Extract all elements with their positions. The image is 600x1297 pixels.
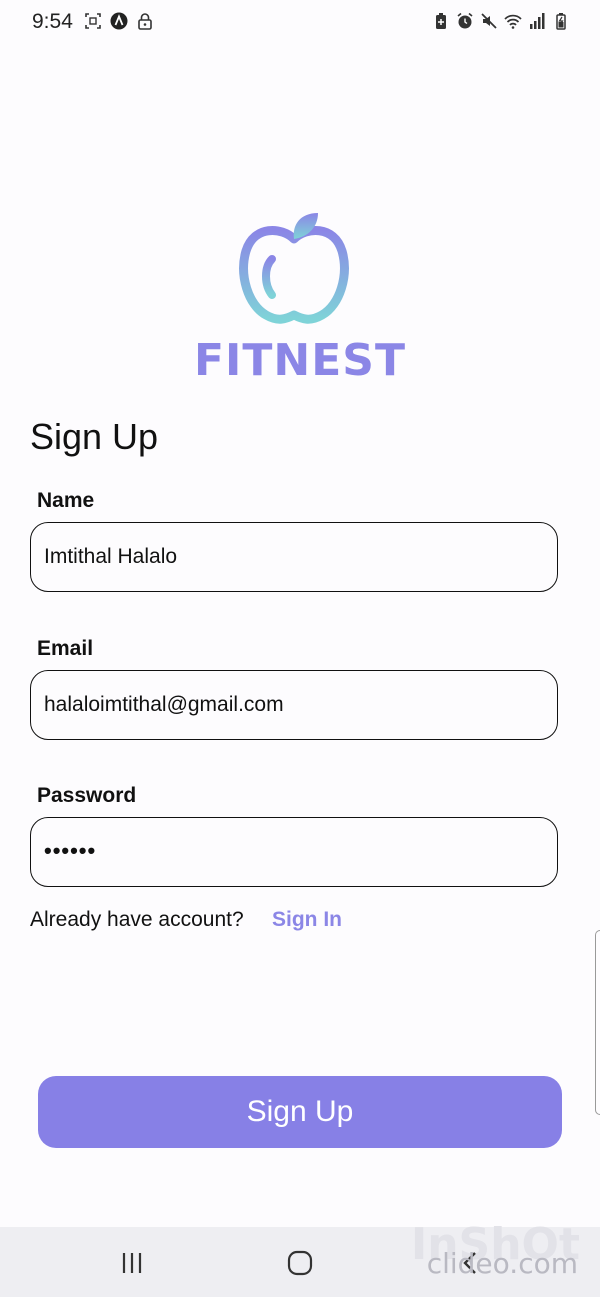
email-label: Email [37, 637, 94, 660]
status-bar: 9:54 [0, 0, 600, 44]
password-label: Password [37, 784, 137, 807]
page-title: Sign Up [30, 416, 159, 457]
alarm-icon [456, 12, 474, 30]
battery-icon [552, 12, 570, 30]
status-right-icons [432, 12, 570, 30]
lock-icon [136, 12, 154, 30]
already-have-account-text: Already have account? [30, 908, 244, 931]
sign-up-button[interactable]: Sign Up [38, 1076, 562, 1148]
edge-panel-handle[interactable] [595, 930, 600, 1115]
signal-icon [528, 12, 546, 30]
screenshot-icon [84, 12, 102, 30]
navigation-bar: InShOt clideo.com [0, 1219, 600, 1297]
name-label: Name [37, 489, 95, 512]
mute-icon [480, 12, 498, 30]
home-icon[interactable] [286, 1249, 314, 1277]
email-value: halaloimtithal@gmail.com [44, 693, 284, 716]
name-field[interactable]: Imtithal Halalo [30, 522, 558, 592]
status-left-icons [84, 12, 154, 30]
apple-icon [238, 205, 350, 330]
clideo-watermark: clideo.com [426, 1247, 578, 1280]
email-field[interactable]: halaloimtithal@gmail.com [30, 670, 558, 740]
recent-apps-icon[interactable] [118, 1249, 146, 1277]
name-value: Imtithal Halalo [44, 545, 178, 568]
battery-saver-icon [432, 12, 450, 30]
sign-in-link[interactable]: Sign In [272, 908, 342, 932]
brand-name: FITNEST [193, 335, 407, 386]
password-value: •••••• [44, 838, 97, 863]
wifi-icon [504, 12, 522, 30]
app-a-icon [110, 12, 128, 30]
status-time: 9:54 [32, 10, 73, 33]
fitnest-logo: FITNEST [0, 205, 600, 390]
password-field[interactable]: •••••• [30, 817, 558, 887]
